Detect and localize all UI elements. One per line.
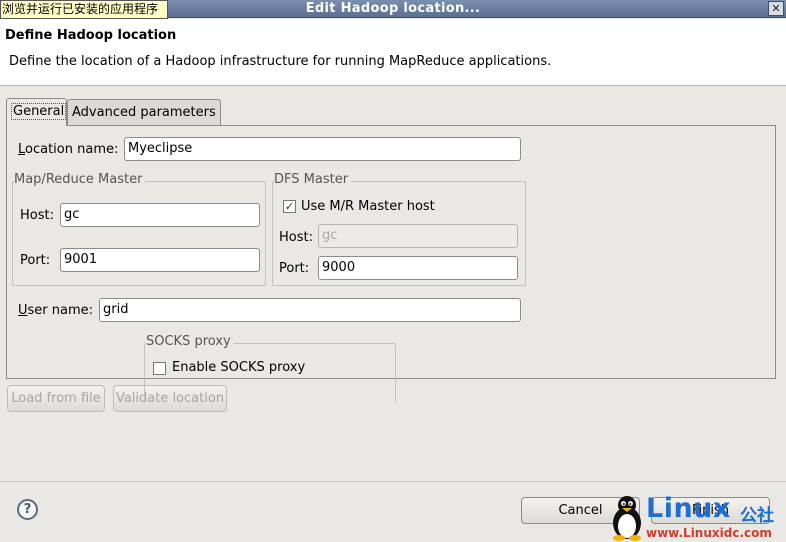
mr-port-input[interactable]: 9001 [60,248,260,272]
header-description: Define the location of a Hadoop infrastr… [9,54,552,69]
user-name-input[interactable]: grid [99,298,521,322]
watermark-brand: Linux [646,493,731,524]
dfs-port-input[interactable]: 9000 [318,256,518,280]
dialog-header: Define Hadoop location Define the locati… [0,19,786,86]
location-name-label: Location name: [18,142,118,157]
watermark-logo: Linux 公社 www.Linuxidc.com [610,493,786,542]
header-title: Define Hadoop location [5,28,177,43]
tux-penguin-icon [613,496,641,541]
mr-port-label: Port: [20,253,51,268]
mapreduce-master-group: Map/Reduce Master Host: gc Port: 9001 [12,172,266,286]
mr-host-input[interactable]: gc [60,203,260,227]
socks-proxy-legend: SOCKS proxy [146,334,234,349]
watermark-cjk: 公社 [740,506,774,526]
dfs-master-group: DFS Master ✓ Use M/R Master host Host: g… [272,172,526,286]
tab-advanced-parameters[interactable]: Advanced parameters [67,99,221,126]
location-name-mnemonic: L [18,142,26,157]
tooltip: 浏览并运行已安装的应用程序 [0,0,168,19]
enable-socks-proxy-label: Enable SOCKS proxy [172,360,306,375]
dfs-host-input[interactable]: gc [318,224,518,248]
mapreduce-master-legend: Map/Reduce Master [14,172,146,187]
help-icon[interactable]: ? [17,499,38,520]
user-name-label: User name: [18,303,93,318]
use-mr-master-host-checkbox[interactable]: ✓ [283,200,296,213]
user-name-mnemonic: U [18,303,28,318]
user-name-label-text: ser name: [27,303,94,318]
location-name-input[interactable]: Myeclipse [124,137,521,161]
socks-proxy-group: SOCKS proxy Enable SOCKS proxy [144,334,396,403]
dfs-port-label: Port: [279,261,310,276]
close-icon[interactable]: ✕ [768,1,784,16]
watermark-url: www.Linuxidc.com [646,526,772,540]
general-tab-panel: Location name: Myeclipse Map/Reduce Mast… [6,125,776,403]
tab-general[interactable]: General [6,98,67,126]
tab-advanced-label: Advanced parameters [72,105,216,120]
enable-socks-proxy-checkbox[interactable] [153,362,166,375]
dfs-host-label: Host: [279,230,313,245]
tab-general-label: General [11,103,67,120]
location-name-label-text: ocation name: [25,142,119,157]
dfs-master-legend: DFS Master [274,172,352,187]
footer-separator [0,481,786,482]
load-from-file-button[interactable]: Load from file [7,385,105,412]
use-mr-master-host-label: Use M/R Master host [301,199,435,214]
mr-host-label: Host: [20,208,54,223]
